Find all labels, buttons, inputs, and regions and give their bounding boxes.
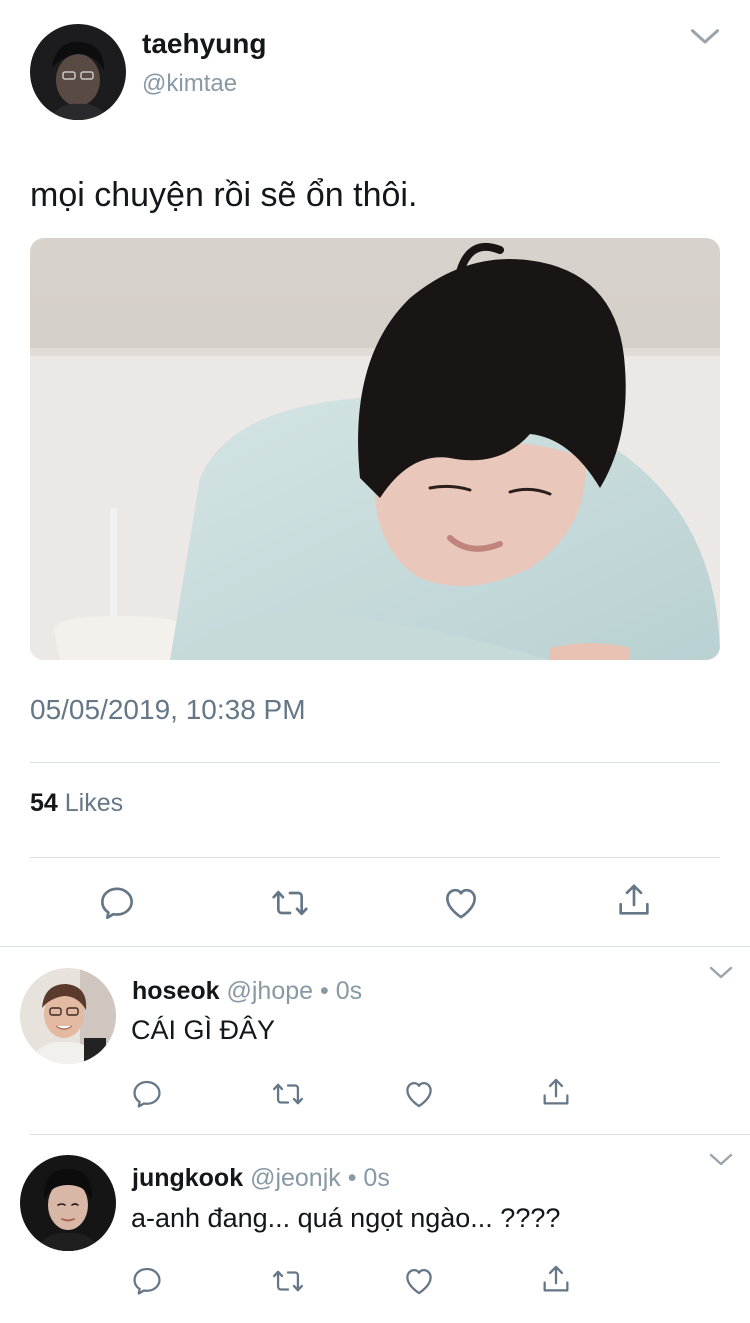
tweet-timestamp: 05/05/2019, 10:38 PM [30, 694, 306, 725]
divider [0, 946, 750, 947]
chevron-down-icon[interactable] [690, 28, 720, 46]
likes-label: Likes [64, 789, 124, 817]
divider [30, 762, 720, 763]
reply-header: hoseok @jhope • 0s [132, 977, 362, 1006]
reply-author-handle[interactable]: @jeonjk [250, 1164, 341, 1192]
reply-icon[interactable] [130, 1264, 164, 1298]
reply-text: CÁI GÌ ĐÂY [131, 1015, 276, 1045]
heart-icon[interactable] [441, 883, 481, 923]
author-avatar[interactable] [30, 24, 126, 120]
reply-author-name[interactable]: hoseok [132, 977, 220, 1005]
author-handle[interactable]: @kimtae [142, 70, 237, 98]
author-name[interactable]: taehyung [142, 28, 266, 60]
tweet-text: mọi chuyện rồi sẽ ổn thôi. [30, 176, 418, 214]
likes-count[interactable]: 54 Likes [30, 789, 123, 818]
share-icon[interactable] [539, 1075, 573, 1109]
retweet-icon[interactable] [271, 1077, 305, 1111]
divider [30, 1134, 750, 1135]
reply-avatar[interactable] [20, 1155, 116, 1251]
chevron-down-icon[interactable] [708, 966, 734, 980]
heart-icon[interactable] [402, 1077, 436, 1111]
reply-author-name[interactable]: jungkook [132, 1164, 243, 1192]
reply-header: jungkook @jeonjk • 0s [132, 1164, 390, 1193]
reply-time: • 0s [347, 1164, 390, 1192]
tweet-photo[interactable] [30, 238, 720, 660]
reply-author-handle[interactable]: @jhope [226, 977, 313, 1005]
chevron-down-icon[interactable] [708, 1153, 734, 1167]
heart-icon[interactable] [402, 1264, 436, 1298]
reply-avatar[interactable] [20, 968, 116, 1064]
reply-time: • 0s [320, 977, 363, 1005]
reply-icon[interactable] [97, 883, 137, 923]
reply-icon[interactable] [130, 1077, 164, 1111]
likes-number: 54 [30, 789, 58, 817]
retweet-icon[interactable] [270, 883, 310, 923]
share-icon[interactable] [614, 880, 654, 920]
share-icon[interactable] [539, 1262, 573, 1296]
divider [30, 857, 720, 858]
reply-text: a-anh đang... quá ngọt ngào... ???? [131, 1203, 561, 1233]
retweet-icon[interactable] [271, 1264, 305, 1298]
